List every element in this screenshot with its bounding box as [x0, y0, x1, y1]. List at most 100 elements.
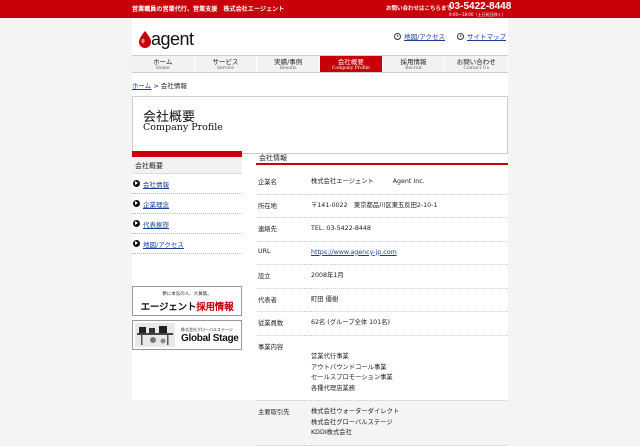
access-map-link-label: 地図/アクセス	[404, 33, 445, 41]
recruit-banner-title: エージェント採用情報	[133, 299, 241, 313]
info-line: 株式会社エージェント Agent Inc.	[311, 178, 425, 185]
info-line: 62名 (グループ全体 101名)	[311, 319, 390, 326]
info-line: 各種代理店業務	[311, 384, 356, 392]
nav-label: 採用情報	[400, 57, 427, 66]
nav-item-results[interactable]: 実績/事例 Results	[257, 56, 321, 72]
info-key: 従業員数	[256, 311, 311, 336]
nav-sublabel: Results	[279, 65, 297, 71]
info-line: 〒141-0022 東京都品川区東五反田2-10-1	[311, 201, 438, 209]
nav-label: 会社概要	[337, 57, 364, 66]
info-value: 株式会社エージェント Agent Inc.	[311, 171, 508, 195]
info-key: 主要取引先	[256, 400, 311, 446]
recruit-banner-title-highlight: 採用情報	[196, 302, 234, 313]
info-line	[311, 342, 508, 353]
info-line: 2008年1月	[311, 272, 344, 279]
sitemap-link[interactable]: サイトマップ	[457, 31, 506, 41]
info-line: 営業代行事業	[311, 353, 349, 360]
arrow-circle-icon	[133, 200, 140, 207]
global-nav: ホーム Home サービス Service 実績/事例 Results 会社概要…	[132, 55, 509, 73]
table-row: 代表者 町田 優樹	[256, 288, 508, 312]
site-logo[interactable]: agent	[138, 28, 198, 52]
company-info-table: 企業名 株式会社エージェント Agent Inc. 所在地 〒141-0022 東京都…	[256, 171, 508, 446]
sidebar-item-philosophy[interactable]: 企業理念	[132, 194, 242, 214]
sidebar-heading: 会社概要	[132, 157, 242, 174]
section-title: 会社情報	[256, 151, 508, 165]
sitemap-link-label: サイトマップ	[467, 33, 506, 41]
table-row: 主要取引先 株式会社ウォーターダイレクト 株式会社グローバルステージ KDDI株式会社	[256, 400, 508, 446]
info-value: 営業代行事業アウトバウンドコール事業 セールスプロモーション事業 各種代理店業務	[311, 335, 508, 401]
page-title-box: 会社概要 Company Profile	[132, 96, 508, 154]
info-key: 事業内容	[256, 335, 311, 401]
sidebar-item-label[interactable]: 代表挨拶	[143, 219, 169, 229]
phone-number: 03-5422-8448	[449, 1, 512, 12]
nav-label: サービス	[212, 57, 239, 66]
sidebar: 会社概要 会社情報 企業理念 代表挨拶 地図/アクセス	[132, 151, 242, 254]
business-hours: 9:00～18:00（土日祝日除く）	[449, 11, 506, 17]
global-stage-banner[interactable]: 株式会社グローバルステージ Global Stage	[132, 320, 242, 350]
table-row: 企業名 株式会社エージェント Agent Inc.	[256, 171, 508, 195]
info-line: アウトバウンドコール事業	[311, 363, 387, 371]
arrow-circle-icon	[133, 240, 140, 247]
table-row: 従業員数 62名 (グループ全体 101名)	[256, 311, 508, 336]
office-desk-image	[135, 323, 175, 347]
nav-item-recruit[interactable]: 採用情報 Recruit	[382, 56, 446, 72]
nav-label: ホーム	[153, 57, 173, 66]
url-link[interactable]: https://www.agency-jp.com	[311, 248, 508, 259]
nav-label: 実績/事例	[274, 57, 303, 66]
global-stage-title: Global Stage	[181, 333, 239, 344]
nav-sublabel: Service	[216, 65, 235, 71]
info-value: 〒141-0022 東京都品川区東五反田2-10-1	[311, 194, 508, 218]
sidebar-item-greeting[interactable]: 代表挨拶	[132, 214, 242, 234]
arrow-circle-icon	[394, 32, 402, 40]
info-value: 62名 (グループ全体 101名)	[311, 311, 508, 336]
sidebar-item-company-info[interactable]: 会社情報	[132, 174, 242, 194]
info-key: 所在地	[256, 194, 311, 218]
page-subtitle: Company Profile	[143, 122, 223, 133]
table-row: 所在地 〒141-0022 東京都品川区東五反田2-10-1	[256, 194, 508, 218]
table-row: URL https://www.agency-jp.com	[256, 241, 508, 265]
utility-links: 地図/アクセス サイトマップ	[394, 31, 506, 41]
arrow-circle-icon	[133, 220, 140, 227]
recruit-banner[interactable]: 夢に本気の人、大募集。 エージェント採用情報	[132, 286, 242, 316]
info-line: 株式会社グローバルステージ	[311, 418, 393, 426]
breadcrumb-current: 会社情報	[160, 82, 187, 90]
nav-sublabel: Contact Us	[463, 65, 489, 71]
info-value: https://www.agency-jp.com	[311, 241, 508, 265]
top-bar: 営業職員の営業代行、営業支援 株式会社エージェント お問い合わせはこちらまで 0…	[0, 0, 640, 18]
breadcrumb-home-link[interactable]: ホーム	[132, 82, 151, 90]
table-row: 設立 2008年1月	[256, 264, 508, 289]
info-value: 株式会社ウォーターダイレクト 株式会社グローバルステージ KDDI株式会社	[311, 400, 508, 446]
info-line: 株式会社ウォーターダイレクト	[311, 408, 400, 415]
info-line: 町田 優樹	[311, 295, 339, 303]
info-line: KDDI株式会社	[311, 429, 352, 436]
site-tagline: 営業職員の営業代行、営業支援 株式会社エージェント	[132, 6, 285, 13]
info-value: 2008年1月	[311, 264, 508, 289]
nav-sublabel: Recruit	[405, 65, 422, 71]
main-content: 会社情報 企業名 株式会社エージェント Agent Inc. 所在地 〒141-002…	[256, 151, 508, 446]
sidebar-item-label[interactable]: 地図/アクセス	[143, 239, 184, 249]
nav-sublabel: Home	[156, 65, 170, 71]
info-key: URL	[256, 241, 311, 265]
nav-item-service[interactable]: サービス Service	[194, 56, 258, 72]
info-key: 設立	[256, 264, 311, 289]
info-line: セールスプロモーション事業	[311, 374, 393, 381]
info-line: TEL. 03-5422-8448	[311, 225, 371, 232]
contact-label: お問い合わせはこちらまで	[386, 6, 453, 12]
breadcrumb-separator: >	[151, 82, 161, 90]
info-value: 町田 優樹	[311, 288, 508, 312]
nav-item-home[interactable]: ホーム Home	[132, 56, 195, 72]
info-key: 連絡先	[256, 217, 311, 242]
arrow-circle-icon	[457, 32, 464, 40]
table-row: 連絡先 TEL. 03-5422-8448	[256, 217, 508, 242]
sidebar-item-access[interactable]: 地図/アクセス	[132, 234, 242, 254]
arrow-circle-icon	[133, 180, 140, 187]
recruit-banner-tagline: 夢に本気の人、大募集。	[162, 292, 212, 297]
nav-item-contact[interactable]: お問い合わせ Contact Us	[445, 56, 509, 72]
nav-item-company-profile[interactable]: 会社概要 Company Profile	[320, 56, 383, 72]
info-value: TEL. 03-5422-8448	[311, 217, 508, 242]
logo-wordmark: agent	[151, 29, 194, 49]
sidebar-item-label[interactable]: 会社情報	[143, 179, 169, 189]
sidebar-item-label[interactable]: 企業理念	[143, 199, 169, 209]
access-map-link[interactable]: 地図/アクセス	[394, 31, 445, 41]
red-drop-icon	[139, 31, 151, 48]
